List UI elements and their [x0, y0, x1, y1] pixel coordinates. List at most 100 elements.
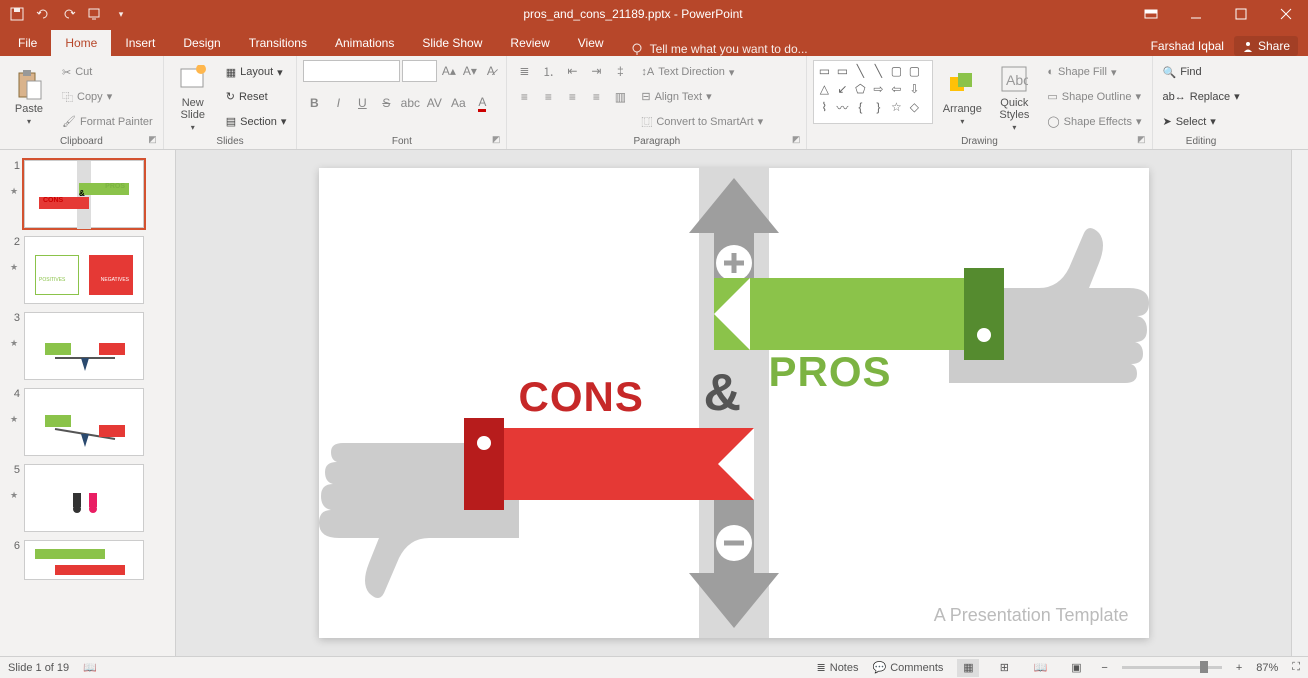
strike-button[interactable]: S — [375, 92, 397, 114]
shape-outline-button[interactable]: ▭Shape Outline ▾ — [1043, 86, 1145, 108]
vertical-scrollbar[interactable] — [1291, 150, 1308, 656]
shapes-gallery[interactable]: ▭▭╲╲▢▢ △↙⬠⇨⇦⇩ ⌇〰{}☆◇ — [813, 60, 933, 124]
ribbon-display-icon[interactable] — [1128, 0, 1173, 28]
thumbnail-2[interactable]: POSITIVESNEGATIVES — [24, 236, 144, 304]
minimize-icon[interactable] — [1173, 0, 1218, 28]
comments-button[interactable]: 💬 Comments — [873, 661, 944, 674]
columns-button[interactable]: ▥ — [609, 86, 631, 108]
zoom-in-icon[interactable]: + — [1236, 662, 1242, 674]
clear-format-icon[interactable]: A̷ — [481, 60, 500, 82]
font-dialog-icon[interactable]: ◩ — [492, 134, 501, 145]
redo-icon[interactable] — [60, 5, 78, 23]
tab-design[interactable]: Design — [169, 30, 234, 56]
sorter-view-icon[interactable]: ⊞ — [993, 659, 1015, 677]
find-button[interactable]: 🔍Find — [1159, 61, 1244, 83]
thumbnail-3[interactable] — [24, 312, 144, 380]
line-spacing-button[interactable]: ‡ — [609, 60, 631, 82]
case-button[interactable]: Aa — [447, 92, 469, 114]
notes-button[interactable]: ≣ Notes — [817, 661, 859, 674]
paragraph-dialog-icon[interactable]: ◩ — [792, 134, 801, 145]
normal-view-icon[interactable]: ▦ — [957, 659, 979, 677]
close-icon[interactable] — [1263, 0, 1308, 28]
zoom-slider[interactable] — [1122, 666, 1222, 669]
zoom-level[interactable]: 87% — [1256, 662, 1278, 674]
zoom-out-icon[interactable]: − — [1101, 662, 1107, 674]
user-name[interactable]: Farshad Iqbal — [1151, 39, 1224, 53]
green-button-dot — [977, 328, 991, 342]
copy-button[interactable]: ⿻Copy ▾ — [58, 86, 157, 108]
reading-view-icon[interactable]: 📖 — [1029, 659, 1051, 677]
bold-button[interactable]: B — [303, 92, 325, 114]
tab-insert[interactable]: Insert — [111, 30, 169, 56]
decrease-indent-button[interactable]: ⇤ — [561, 60, 583, 82]
title-bar: ▾ pros_and_cons_21189.pptx - PowerPoint — [0, 0, 1308, 28]
underline-button[interactable]: U — [351, 92, 373, 114]
italic-button[interactable]: I — [327, 92, 349, 114]
smartart-button[interactable]: ⿶Convert to SmartArt ▾ — [637, 111, 767, 133]
share-button[interactable]: Share — [1234, 36, 1298, 56]
thumbnail-4[interactable] — [24, 388, 144, 456]
brush-icon: 🖌 — [62, 115, 76, 128]
maximize-icon[interactable] — [1218, 0, 1263, 28]
increase-font-icon[interactable]: A▴ — [439, 60, 458, 82]
justify-button[interactable]: ≡ — [585, 86, 607, 108]
tab-view[interactable]: View — [564, 30, 618, 56]
fill-icon: ◐ — [1047, 66, 1054, 78]
drawing-dialog-icon[interactable]: ◩ — [1137, 134, 1146, 145]
tab-file[interactable]: File — [4, 30, 51, 56]
tell-me-search[interactable]: Tell me what you want to do... — [630, 42, 808, 56]
thumbnail-1[interactable]: CONSPROS& — [24, 160, 144, 228]
align-text-icon: ⊟ — [641, 90, 650, 103]
align-text-button[interactable]: ⊟Align Text ▾ — [637, 86, 767, 108]
qat-customize-icon[interactable]: ▾ — [112, 5, 130, 23]
paste-icon — [13, 69, 45, 101]
slide-canvas[interactable]: CONS & PROS A Presentation Template — [176, 150, 1291, 656]
paste-button[interactable]: Paste▾ — [6, 60, 52, 134]
align-right-button[interactable]: ≡ — [561, 86, 583, 108]
slide-counter[interactable]: Slide 1 of 19 — [8, 662, 69, 674]
new-slide-icon — [177, 63, 209, 95]
font-family-combo[interactable] — [303, 60, 399, 82]
smartart-icon: ⿶ — [641, 114, 652, 130]
fit-to-window-icon[interactable]: ⛶ — [1292, 661, 1300, 674]
start-from-beginning-icon[interactable] — [86, 5, 104, 23]
slideshow-view-icon[interactable]: ▣ — [1065, 659, 1087, 677]
numbering-button[interactable]: ⒈ — [537, 60, 559, 82]
arrange-button[interactable]: Arrange▾ — [939, 60, 985, 134]
spellcheck-icon[interactable]: 📖 — [83, 661, 97, 674]
align-center-button[interactable]: ≡ — [537, 86, 559, 108]
undo-icon[interactable] — [34, 5, 52, 23]
slide-thumbnail-panel[interactable]: 1★CONSPROS& 2★POSITIVESNEGATIVES 3★ 4★ 5… — [0, 150, 176, 656]
quick-styles-button[interactable]: Abc Quick Styles▾ — [991, 60, 1037, 134]
tab-review[interactable]: Review — [496, 30, 563, 56]
shape-effects-button[interactable]: ◯Shape Effects ▾ — [1043, 111, 1145, 133]
clipboard-dialog-icon[interactable]: ◩ — [148, 134, 157, 145]
bullets-button[interactable]: ≣ — [513, 60, 535, 82]
format-painter-button[interactable]: 🖌Format Painter — [58, 111, 157, 133]
save-icon[interactable] — [8, 5, 26, 23]
thumbnail-5[interactable] — [24, 464, 144, 532]
text-direction-button[interactable]: ↕AText Direction ▾ — [637, 61, 767, 83]
shadow-button[interactable]: abc — [399, 92, 421, 114]
font-size-combo[interactable] — [402, 60, 438, 82]
new-slide-button[interactable]: New Slide▾ — [170, 60, 216, 134]
decrease-font-icon[interactable]: A▾ — [460, 60, 479, 82]
cut-button[interactable]: ✂Cut — [58, 61, 157, 83]
tab-transitions[interactable]: Transitions — [235, 30, 321, 56]
layout-button[interactable]: ▦Layout ▾ — [222, 61, 291, 83]
shape-fill-button[interactable]: ◐Shape Fill ▾ — [1043, 61, 1145, 83]
tab-animations[interactable]: Animations — [321, 30, 408, 56]
thumbnail-6[interactable] — [24, 540, 144, 580]
select-button[interactable]: ➤Select ▾ — [1159, 111, 1244, 133]
red-arm-cut — [718, 428, 754, 500]
section-button[interactable]: ▤Section ▾ — [222, 111, 291, 133]
spacing-button[interactable]: AV — [423, 92, 445, 114]
tab-home[interactable]: Home — [51, 30, 111, 56]
tab-slideshow[interactable]: Slide Show — [408, 30, 496, 56]
red-button-dot — [477, 436, 491, 450]
replace-button[interactable]: ab↔Replace ▾ — [1159, 86, 1244, 108]
reset-button[interactable]: ↻Reset — [222, 86, 291, 108]
font-color-button[interactable]: A — [471, 92, 493, 114]
align-left-button[interactable]: ≡ — [513, 86, 535, 108]
increase-indent-button[interactable]: ⇥ — [585, 60, 607, 82]
